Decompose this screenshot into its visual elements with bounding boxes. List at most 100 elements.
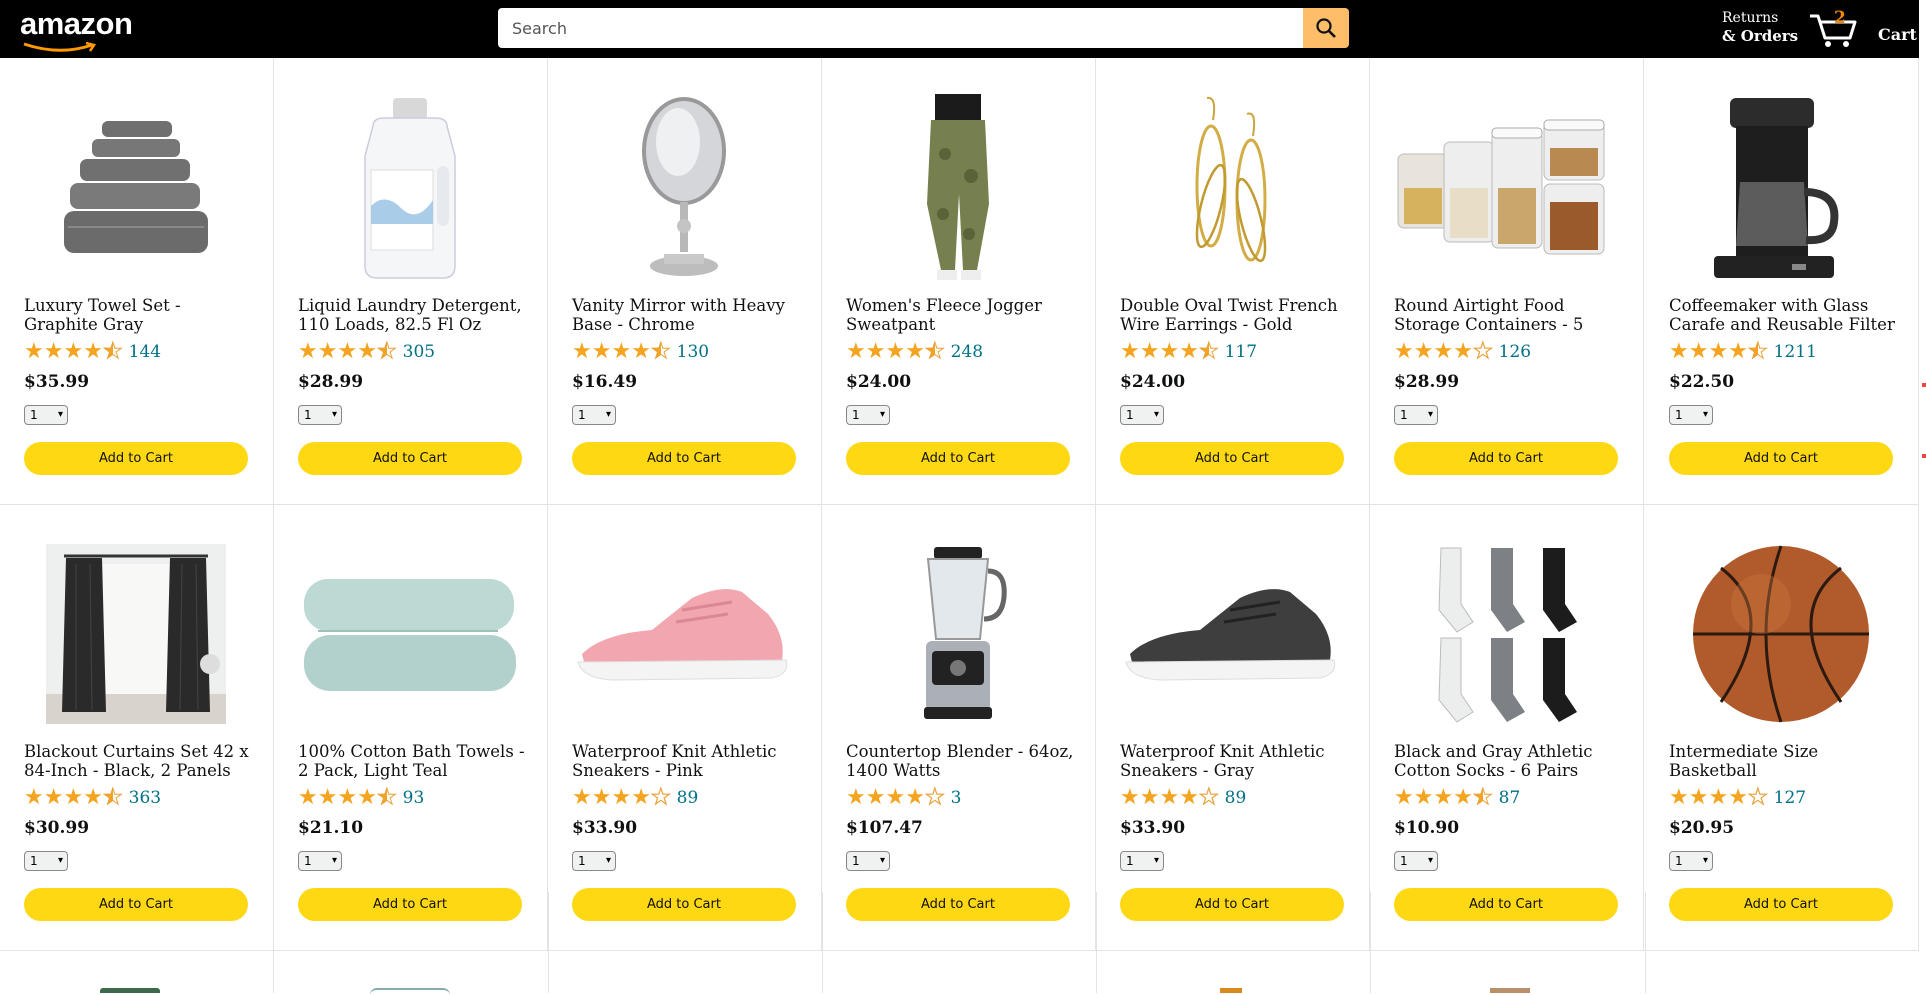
product-title[interactable]: 100% Cotton Bath Towels - 2 Pack, Light … bbox=[298, 742, 526, 780]
product-title[interactable]: Luxury Towel Set - Graphite Gray bbox=[24, 296, 252, 334]
star-full-icon: ★ bbox=[1120, 339, 1140, 364]
review-count-link[interactable]: 127 bbox=[1774, 788, 1806, 808]
search-icon bbox=[1316, 18, 1336, 38]
quantity-select[interactable]: 1 ▾ bbox=[572, 405, 616, 425]
detergent-bottle-icon[interactable] bbox=[298, 94, 522, 282]
review-count-link[interactable]: 144 bbox=[129, 342, 161, 362]
product-rating: ★ ★ ★ ★ ★ 3 bbox=[846, 786, 962, 809]
product-price: $16.49 bbox=[572, 372, 638, 392]
quantity-select[interactable]: 1 ▾ bbox=[298, 851, 342, 871]
quantity-select[interactable]: 1 ▾ bbox=[24, 405, 68, 425]
product-title[interactable]: Liquid Laundry Detergent, 110 Loads, 82.… bbox=[298, 296, 526, 334]
gray-sneaker-icon[interactable] bbox=[1120, 540, 1344, 728]
review-count-link[interactable]: 248 bbox=[951, 342, 983, 362]
quantity-select[interactable]: 1 ▾ bbox=[1394, 405, 1438, 425]
product-title[interactable]: Intermediate Size Basketball bbox=[1669, 742, 1897, 780]
review-count-link[interactable]: 130 bbox=[677, 342, 709, 362]
product-title[interactable]: Coffeemaker with Glass Carafe and Reusab… bbox=[1669, 296, 1897, 334]
amazon-logo[interactable]: amazon bbox=[20, 6, 133, 52]
product-title[interactable]: Blackout Curtains Set 42 x 84-Inch - Bla… bbox=[24, 742, 252, 780]
earrings-icon[interactable] bbox=[1120, 94, 1344, 282]
product-title[interactable]: Double Oval Twist French Wire Earrings -… bbox=[1120, 296, 1348, 334]
product-rating: ★ ★ ★ ★ ★ 130 bbox=[572, 340, 709, 363]
review-count-link[interactable]: 3 bbox=[951, 788, 962, 808]
quantity-select[interactable]: 1 ▾ bbox=[298, 405, 342, 425]
review-count-link[interactable]: 305 bbox=[403, 342, 435, 362]
product-title[interactable]: Women's Fleece Jogger Sweatpant bbox=[846, 296, 1074, 334]
review-count-link[interactable]: 89 bbox=[677, 788, 699, 808]
star-full-icon: ★ bbox=[885, 339, 906, 364]
add-to-cart-button[interactable]: Add to Cart bbox=[24, 442, 248, 475]
search-input[interactable]: Search bbox=[498, 8, 1303, 48]
socks-icon[interactable] bbox=[1394, 540, 1618, 728]
quantity-select[interactable]: 1 ▾ bbox=[1394, 851, 1438, 871]
star-full-icon: ★ bbox=[1394, 785, 1414, 810]
star-full-icon: ★ bbox=[357, 339, 377, 364]
add-to-cart-button[interactable]: Add to Cart bbox=[846, 442, 1070, 475]
quantity-select[interactable]: 1 ▾ bbox=[24, 851, 68, 871]
product-price: $22.50 bbox=[1669, 372, 1735, 392]
star-full-icon: ★ bbox=[1159, 339, 1180, 364]
review-count-link[interactable]: 1211 bbox=[1774, 342, 1817, 362]
quantity-value: 1 bbox=[1675, 408, 1683, 422]
product-title[interactable]: Black and Gray Athletic Cotton Socks - 6… bbox=[1394, 742, 1622, 780]
quantity-select[interactable]: 1 ▾ bbox=[1669, 405, 1713, 425]
review-count-link[interactable]: 126 bbox=[1499, 342, 1531, 362]
cart-button[interactable]: 2 Cart bbox=[1808, 8, 1920, 50]
quantity-value: 1 bbox=[852, 854, 860, 868]
review-count-link[interactable]: 89 bbox=[1225, 788, 1247, 808]
coffeemaker-icon[interactable] bbox=[1669, 94, 1893, 282]
jogger-pants-icon[interactable] bbox=[846, 94, 1070, 282]
review-count-link[interactable]: 87 bbox=[1499, 788, 1521, 808]
add-to-cart-button[interactable]: Add to Cart bbox=[298, 442, 522, 475]
product-card: Liquid Laundry Detergent, 110 Loads, 82.… bbox=[274, 58, 548, 504]
product-title[interactable]: Vanity Mirror with Heavy Base - Chrome bbox=[572, 296, 800, 334]
add-to-cart-button[interactable]: Add to Cart bbox=[1394, 442, 1618, 475]
food-containers-icon[interactable] bbox=[1394, 94, 1618, 282]
star-full-icon: ★ bbox=[1688, 785, 1709, 810]
returns-orders-link[interactable]: Returns & Orders bbox=[1722, 9, 1798, 45]
search-button[interactable] bbox=[1303, 8, 1349, 48]
product-row: Blackout Curtains Set 42 x 84-Inch - Bla… bbox=[0, 504, 1919, 951]
product-title[interactable]: Round Airtight Food Storage Containers -… bbox=[1394, 296, 1622, 334]
add-to-cart-button[interactable]: Add to Cart bbox=[1669, 442, 1893, 475]
star-full-icon: ★ bbox=[1453, 339, 1473, 364]
product-title[interactable]: Waterproof Knit Athletic Sneakers - Gray bbox=[1120, 742, 1348, 780]
chevron-down-icon: ▾ bbox=[879, 855, 885, 866]
quantity-value: 1 bbox=[1126, 854, 1134, 868]
quantity-select[interactable]: 1 ▾ bbox=[1120, 405, 1164, 425]
quantity-select[interactable]: 1 ▾ bbox=[1120, 851, 1164, 871]
product-price: $28.99 bbox=[298, 372, 364, 392]
blender-icon[interactable] bbox=[846, 540, 1070, 728]
quantity-select[interactable]: 1 ▾ bbox=[846, 405, 890, 425]
product-rating: ★ ★ ★ ★ ★ 117 bbox=[1120, 339, 1257, 364]
product-card: Blackout Curtains Set 42 x 84-Inch - Bla… bbox=[0, 504, 274, 950]
quantity-select[interactable]: 1 ▾ bbox=[572, 851, 616, 871]
product-title[interactable]: Waterproof Knit Athletic Sneakers - Pink bbox=[572, 742, 800, 780]
add-to-cart-button[interactable]: Add to Cart bbox=[1120, 442, 1344, 475]
product-image-partial bbox=[1490, 988, 1530, 993]
star-half-icon: ★ bbox=[102, 339, 123, 364]
review-count-link[interactable]: 93 bbox=[403, 788, 425, 808]
bath-towels-icon[interactable] bbox=[298, 540, 522, 728]
product-rating: ★ ★ ★ ★ ★ 305 bbox=[298, 339, 435, 364]
towel-set-icon[interactable] bbox=[24, 94, 248, 282]
vanity-mirror-icon[interactable] bbox=[572, 94, 796, 282]
star-empty-icon: ★ bbox=[1198, 785, 1219, 810]
review-count-link[interactable]: 363 bbox=[129, 788, 161, 808]
basketball-icon[interactable] bbox=[1669, 540, 1893, 728]
pink-sneaker-icon[interactable] bbox=[572, 540, 796, 728]
star-half-icon: ★ bbox=[924, 339, 945, 364]
product-price: $35.99 bbox=[24, 372, 90, 392]
product-image-partial bbox=[100, 988, 160, 993]
product-title[interactable]: Countertop Blender - 64oz, 1400 Watts bbox=[846, 742, 1074, 780]
star-full-icon: ★ bbox=[24, 785, 44, 810]
product-card: Luxury Towel Set - Graphite Gray ★ ★ ★ ★ ★ 144… bbox=[0, 58, 274, 504]
review-count-link[interactable]: 117 bbox=[1225, 342, 1257, 362]
star-full-icon: ★ bbox=[1669, 785, 1689, 810]
quantity-select[interactable]: 1 ▾ bbox=[1669, 851, 1713, 871]
scrollbar[interactable] bbox=[1919, 0, 1926, 993]
quantity-select[interactable]: 1 ▾ bbox=[846, 851, 890, 871]
curtains-icon[interactable] bbox=[24, 540, 248, 728]
add-to-cart-button[interactable]: Add to Cart bbox=[572, 442, 796, 475]
